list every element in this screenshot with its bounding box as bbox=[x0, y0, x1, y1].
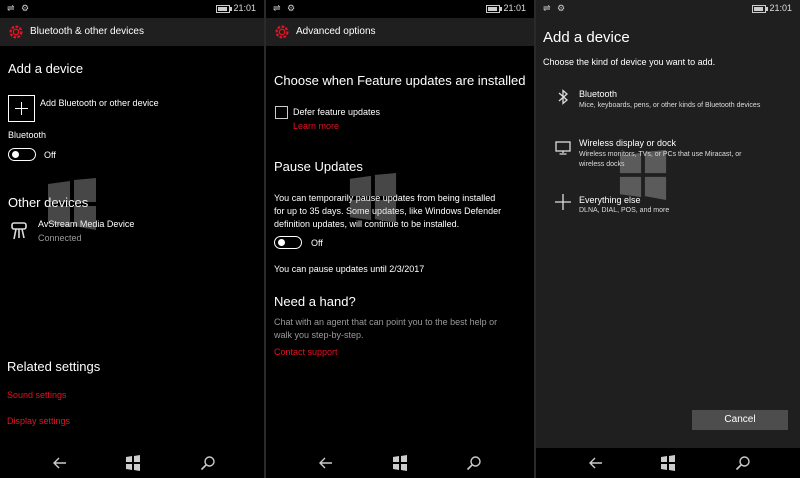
dialog-subtitle: Choose the kind of device you want to ad… bbox=[543, 57, 716, 67]
watermark-logo bbox=[619, 150, 667, 200]
sound-settings-link[interactable]: Sound settings bbox=[7, 390, 67, 400]
bluetooth-state: Off bbox=[44, 150, 56, 160]
nav-bar bbox=[536, 448, 800, 478]
help-description-line2: walk you step-by-step. bbox=[274, 330, 364, 340]
battery-icon bbox=[752, 5, 768, 13]
windows-icon[interactable] bbox=[660, 455, 676, 471]
display-settings-link[interactable]: Display settings bbox=[7, 416, 70, 426]
windows-icon[interactable] bbox=[392, 455, 408, 471]
page-header: Bluetooth & other devices bbox=[0, 18, 264, 46]
add-bluetooth-button[interactable] bbox=[8, 95, 35, 122]
option-description: DLNA, DIAL, POS, and more bbox=[579, 207, 670, 214]
clock: 21:01 bbox=[233, 3, 256, 13]
search-icon[interactable] bbox=[735, 455, 751, 471]
learn-more-link[interactable]: Learn more bbox=[293, 121, 339, 131]
pause-state: Off bbox=[311, 238, 323, 248]
bluetooth-option[interactable]: Bluetooth Mice, keyboards, pens, or othe… bbox=[536, 85, 800, 119]
option-title: Wireless display or dock bbox=[579, 138, 677, 148]
option-title: Bluetooth bbox=[579, 89, 618, 99]
pause-until-text: You can pause updates until 2/3/2017 bbox=[274, 264, 425, 274]
add-device-dialog: ⇌ ⚙ 21:01 Add a device Choose the kind o… bbox=[536, 0, 800, 478]
back-icon[interactable] bbox=[52, 455, 68, 471]
back-icon[interactable] bbox=[318, 455, 334, 471]
bluetooth-toggle[interactable] bbox=[8, 148, 36, 161]
back-icon[interactable] bbox=[588, 455, 604, 471]
page-header: Advanced options bbox=[266, 18, 534, 46]
status-bar: ⇌ ⚙ 21:01 bbox=[266, 0, 534, 18]
battery-icon bbox=[216, 5, 232, 13]
advanced-options-panel: ⇌ ⚙ 21:01 Advanced options Choose when F… bbox=[266, 0, 534, 478]
status-bar: ⇌ ⚙ 21:01 bbox=[0, 0, 264, 18]
nav-bar bbox=[266, 448, 534, 478]
search-icon[interactable] bbox=[466, 455, 482, 471]
clock: 21:01 bbox=[769, 3, 792, 13]
bluetooth-icon bbox=[558, 89, 568, 105]
toggle-knob bbox=[278, 239, 285, 246]
battery-icon bbox=[486, 5, 502, 13]
clock: 21:01 bbox=[503, 3, 526, 13]
watermark-logo bbox=[349, 173, 397, 223]
plus-icon bbox=[555, 194, 571, 210]
add-bluetooth-label[interactable]: Add Bluetooth or other device bbox=[40, 98, 159, 108]
search-icon[interactable] bbox=[200, 455, 216, 471]
page-title: Advanced options bbox=[296, 26, 376, 37]
device-status: Connected bbox=[38, 233, 82, 243]
wireless-display-option[interactable]: Wireless display or dock Wireless monito… bbox=[536, 135, 800, 175]
contact-support-link[interactable]: Contact support bbox=[274, 347, 338, 357]
option-description: Mice, keyboards, pens, or other kinds of… bbox=[579, 102, 761, 109]
watermark-logo bbox=[48, 178, 96, 230]
windows-icon[interactable] bbox=[125, 455, 141, 471]
monitor-icon bbox=[555, 141, 571, 155]
pause-updates-toggle[interactable] bbox=[274, 236, 302, 249]
bluetooth-label: Bluetooth bbox=[8, 130, 47, 140]
signal-icon: ⇌ ⚙ bbox=[543, 3, 568, 13]
signal-icon: ⇌ ⚙ bbox=[273, 3, 298, 13]
add-device-heading: Add a device bbox=[8, 61, 84, 76]
bluetooth-settings-panel: ⇌ ⚙ 21:01 Bluetooth & other devices Add … bbox=[0, 0, 264, 478]
defer-updates-checkbox[interactable] bbox=[275, 106, 288, 119]
signal-icon: ⇌ ⚙ bbox=[7, 3, 32, 13]
nav-bar bbox=[0, 448, 264, 478]
gear-icon bbox=[275, 25, 289, 39]
status-bar: ⇌ ⚙ 21:01 bbox=[536, 0, 800, 18]
help-description-line1: Chat with an agent that can point you to… bbox=[274, 317, 498, 327]
cancel-button[interactable]: Cancel bbox=[692, 410, 788, 430]
everything-else-option[interactable]: Everything else DLNA, DIAL, POS, and mor… bbox=[536, 191, 800, 223]
help-heading: Need a hand? bbox=[274, 294, 356, 309]
related-settings-heading: Related settings bbox=[7, 359, 101, 374]
defer-updates-label[interactable]: Defer feature updates bbox=[293, 107, 380, 117]
toggle-knob bbox=[12, 151, 19, 158]
gear-icon bbox=[9, 25, 23, 39]
page-title: Bluetooth & other devices bbox=[30, 26, 144, 37]
media-device-icon bbox=[11, 222, 27, 240]
feature-updates-heading: Choose when Feature updates are installe… bbox=[274, 73, 526, 88]
dialog-title: Add a device bbox=[543, 29, 630, 46]
